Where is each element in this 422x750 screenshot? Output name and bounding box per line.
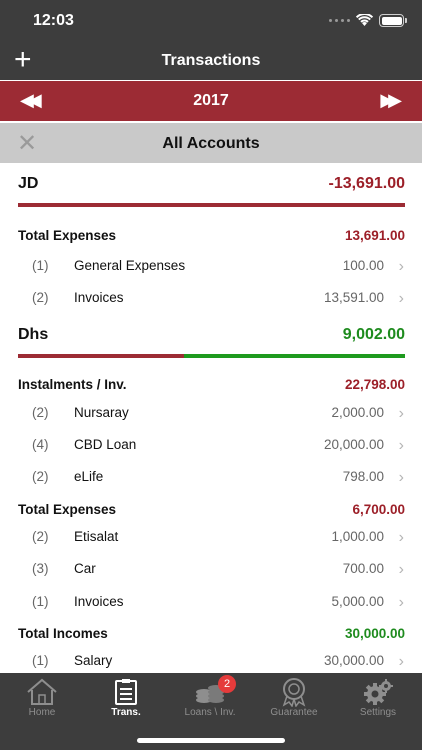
chevron-right-icon: › [398,594,404,611]
currency-header: JD -13,691.00 [18,175,405,199]
group-header: Total Expenses 13,691.00 [18,228,405,246]
currency-code: Dhs [18,326,49,343]
list-item[interactable]: (2) Etisalat 1,000.00 › [0,529,422,557]
next-year-button[interactable]: ▶▶ [380,90,402,111]
item-count: (4) [32,437,49,452]
list-item[interactable]: (1) General Expenses 100.00 › [0,258,422,286]
item-count: (2) [32,405,49,420]
item-name: eLife [74,469,104,484]
item-count: (3) [32,561,49,576]
notification-badge: 2 [218,675,236,693]
item-count: (1) [32,258,49,273]
item-count: (1) [32,594,49,609]
item-amount: 2,000.00 [331,405,384,420]
item-amount: 100.00 [342,258,384,273]
group-total: 6,700.00 [352,502,405,517]
item-count: (2) [32,469,49,484]
tab-home[interactable]: Home [0,673,84,733]
battery-icon [379,14,407,27]
year-selector: ◀◀ 2017 ▶▶ [0,81,422,121]
account-filter-bar: ✕ All Accounts [0,123,422,163]
account-filter-title[interactable]: All Accounts [0,135,422,153]
item-name: Nursaray [74,405,129,420]
item-amount: 20,000.00 [323,437,384,452]
list-item[interactable]: (1) Salary 30,000.00 › [0,653,422,673]
list-item[interactable]: (4) CBD Loan 20,000.00 › [0,437,422,465]
group-header: Instalments / Inv. 22,798.00 [18,377,405,395]
currency-code: JD [18,175,39,192]
item-amount: 13,591.00 [323,290,384,305]
currency-total: 9,002.00 [342,326,405,343]
item-count: (1) [32,653,49,668]
group-total: 22,798.00 [344,377,405,392]
award-icon [282,678,306,707]
currency-header: Dhs 9,002.00 [18,326,405,350]
item-name: General Expenses [74,258,186,273]
tab-label: Home [28,707,56,718]
balance-divider [18,354,405,358]
item-amount: 798.00 [342,469,384,484]
list-item[interactable]: (2) Invoices 13,591.00 › [0,290,422,318]
group-total: 30,000.00 [344,626,405,641]
signal-icon [329,19,350,22]
item-amount: 5,000.00 [331,594,384,609]
tab-label: Trans. [111,707,141,718]
home-indicator [137,738,285,743]
tab-transactions[interactable]: Trans. [84,673,168,733]
chevron-right-icon: › [398,529,404,546]
page-title: Transactions [161,52,261,69]
item-amount: 700.00 [342,561,384,576]
chevron-right-icon: › [398,405,404,422]
group-name: Total Incomes [18,626,108,641]
item-amount: 1,000.00 [331,529,384,544]
nav-bar: + Transactions [0,44,422,80]
chevron-right-icon: › [398,290,404,307]
chevron-right-icon: › [398,561,404,578]
item-amount: 30,000.00 [323,653,384,668]
status-time: 12:03 [33,12,74,29]
wifi-icon [356,14,373,26]
home-icon [27,678,57,705]
tab-label: Guarantee [270,707,318,718]
status-bar: 12:03 [0,0,422,44]
chevron-right-icon: › [398,258,404,275]
list-item[interactable]: (2) Nursaray 2,000.00 › [0,405,422,433]
item-name: Invoices [74,594,124,609]
group-name: Total Expenses [18,228,117,243]
tab-settings[interactable]: Settings [336,673,420,733]
transactions-list[interactable]: JD -13,691.00 Total Expenses 13,691.00 (… [0,163,422,673]
item-count: (2) [32,529,49,544]
year-label: 2017 [193,92,229,109]
group-name: Instalments / Inv. [18,377,127,392]
list-item[interactable]: (2) eLife 798.00 › [0,469,422,497]
item-name: Salary [74,653,113,668]
chevron-right-icon: › [398,469,404,486]
group-header: Total Expenses 6,700.00 [18,502,405,520]
group-header: Total Incomes 30,000.00 [18,626,405,644]
balance-divider [18,203,405,207]
transactions-icon [115,679,137,705]
list-item[interactable]: (3) Car 700.00 › [0,561,422,589]
tab-label: Loans \ Inv. [184,707,236,718]
status-icons [329,14,407,27]
item-name: CBD Loan [74,437,137,452]
currency-total: -13,691.00 [328,175,405,192]
chevron-right-icon: › [398,653,404,670]
item-count: (2) [32,290,49,305]
item-name: Invoices [74,290,124,305]
list-item[interactable]: (1) Invoices 5,000.00 › [0,594,422,622]
gear-icon [364,679,393,705]
chevron-right-icon: › [398,437,404,454]
item-name: Car [74,561,96,576]
item-name: Etisalat [74,529,119,544]
tab-label: Settings [359,707,397,718]
tab-guarantee[interactable]: Guarantee [252,673,336,733]
group-total: 13,691.00 [344,228,405,243]
tab-loans-investments[interactable]: 2 Loans \ Inv. [168,673,252,733]
group-name: Total Expenses [18,502,117,517]
